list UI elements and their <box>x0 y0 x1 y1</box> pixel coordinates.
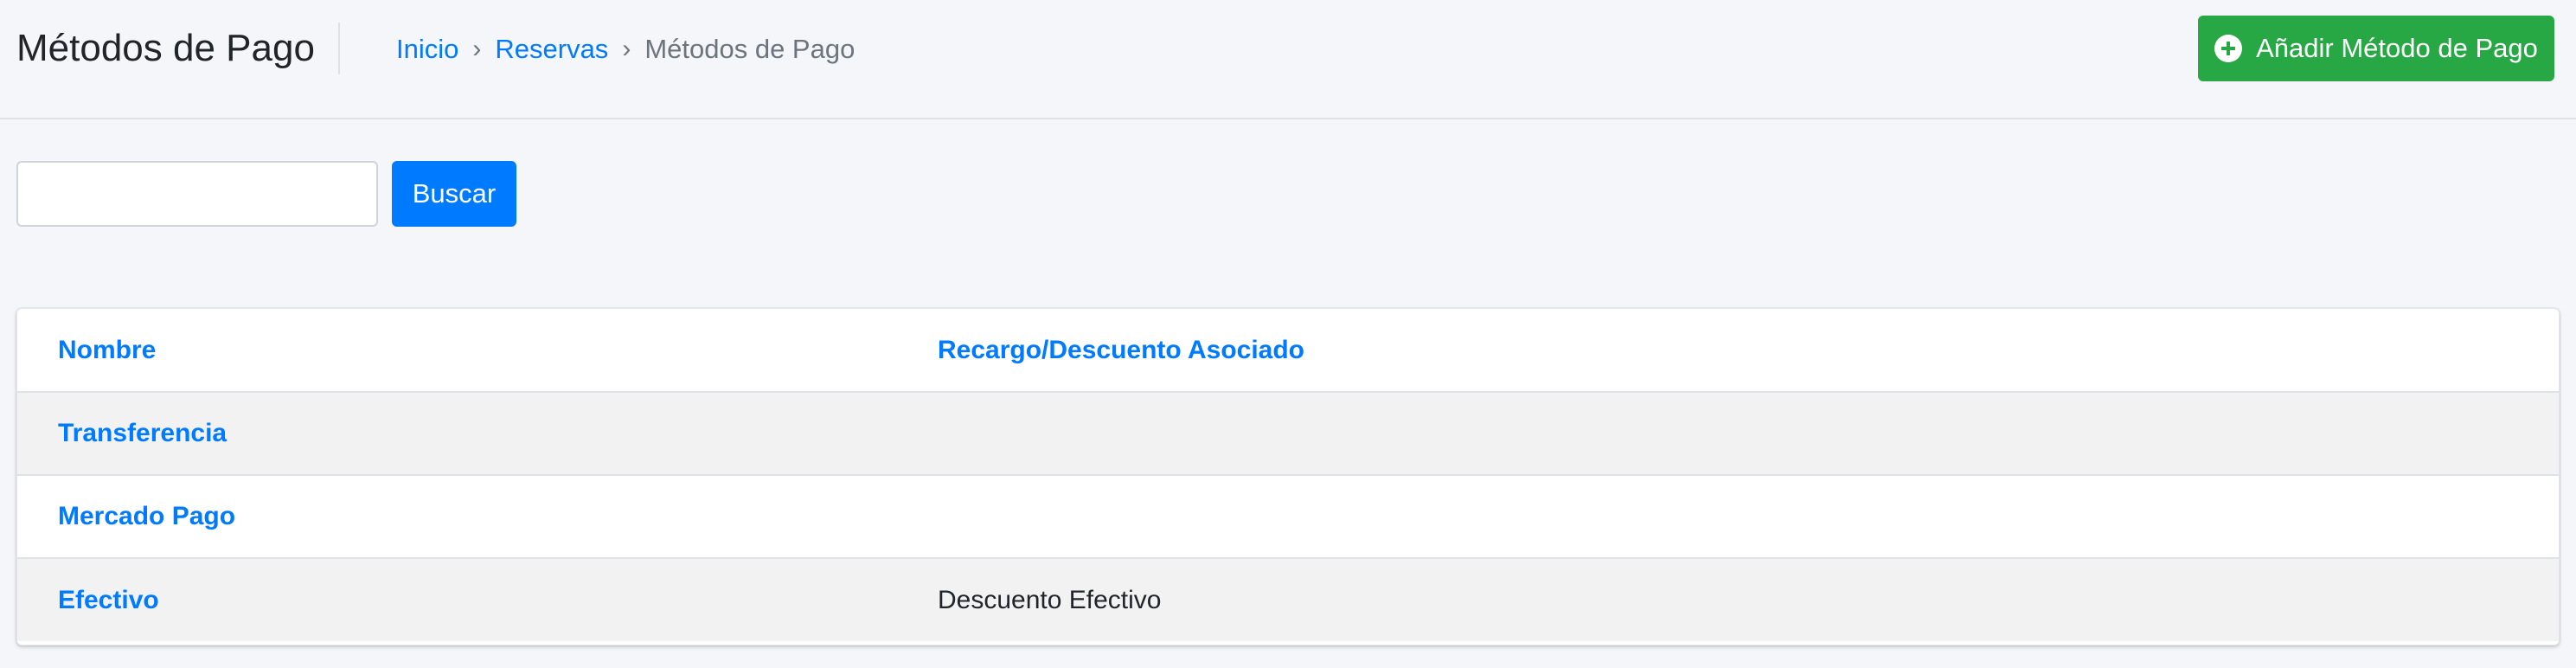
breadcrumb-current: Métodos de Pago <box>644 34 855 64</box>
table-body: Transferencia Mercado Pago Efectivo Desc… <box>17 392 2559 641</box>
add-payment-method-label: Añadir Método de Pago <box>2256 33 2538 63</box>
payment-method-link[interactable]: Mercado Pago <box>58 502 235 530</box>
title-divider <box>338 22 340 74</box>
table-header-row: Nombre Recargo/Descuento Asociado <box>17 309 2559 393</box>
search-input[interactable] <box>16 161 378 227</box>
add-payment-method-button[interactable]: Añadir Método de Pago <box>2198 16 2554 81</box>
sort-recargo-link[interactable]: Recargo/Descuento Asociado <box>938 336 1304 364</box>
table-row: Efectivo Descuento Efectivo <box>17 557 2559 641</box>
payment-methods-card: Nombre Recargo/Descuento Asociado Transf… <box>16 308 2560 646</box>
plus-circle-icon <box>2214 35 2243 62</box>
payment-method-link[interactable]: Efectivo <box>58 586 159 614</box>
column-header-nombre: Nombre <box>17 309 938 393</box>
table-cell-name: Efectivo <box>17 557 938 641</box>
payment-method-link[interactable]: Transferencia <box>58 419 227 447</box>
search-button[interactable]: Buscar <box>392 161 516 227</box>
breadcrumb-inicio-link[interactable]: Inicio <box>396 31 458 67</box>
breadcrumb-separator: › <box>472 35 482 63</box>
table-row: Transferencia <box>17 392 2559 475</box>
search-bar: Buscar <box>16 161 516 227</box>
table-cell-discount <box>938 474 2559 558</box>
breadcrumb-reservas-link[interactable]: Reservas <box>495 31 608 67</box>
table-header: Nombre Recargo/Descuento Asociado <box>17 309 2559 393</box>
breadcrumb-separator: › <box>622 35 631 63</box>
table-cell-name: Transferencia <box>17 392 938 475</box>
sort-nombre-link[interactable]: Nombre <box>58 336 156 364</box>
content-header: Métodos de Pago Inicio › Reservas › Méto… <box>0 0 2576 119</box>
table-cell-discount: Descuento Efectivo <box>938 557 2559 641</box>
payment-methods-table: Nombre Recargo/Descuento Asociado Transf… <box>17 309 2559 641</box>
breadcrumb: Inicio › Reservas › Métodos de Pago <box>396 31 855 67</box>
table-cell-name: Mercado Pago <box>17 474 938 558</box>
table-cell-discount <box>938 392 2559 475</box>
column-header-recargo: Recargo/Descuento Asociado <box>938 309 2559 393</box>
page-title: Métodos de Pago <box>16 27 315 69</box>
table-row: Mercado Pago <box>17 474 2559 558</box>
